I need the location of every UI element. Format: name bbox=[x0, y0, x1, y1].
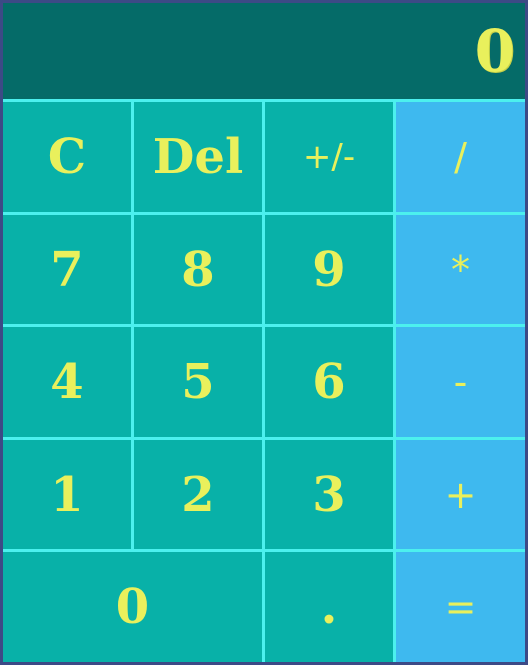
digit-2-button[interactable]: 2 bbox=[134, 440, 262, 549]
digit-1-button[interactable]: 1 bbox=[3, 440, 131, 549]
delete-button[interactable]: Del bbox=[134, 102, 262, 212]
digit-0-button[interactable]: 0 bbox=[3, 552, 262, 662]
digit-3-button[interactable]: 3 bbox=[265, 440, 393, 549]
digit-8-button[interactable]: 8 bbox=[134, 215, 262, 324]
negate-button[interactable]: +/- bbox=[265, 102, 393, 212]
digit-6-button[interactable]: 6 bbox=[265, 327, 393, 437]
display-value: 0 bbox=[474, 17, 515, 85]
clear-button[interactable]: C bbox=[3, 102, 131, 212]
digit-9-button[interactable]: 9 bbox=[265, 215, 393, 324]
multiply-button[interactable]: * bbox=[396, 215, 525, 324]
digit-4-button[interactable]: 4 bbox=[3, 327, 131, 437]
equals-button[interactable]: = bbox=[396, 552, 525, 662]
divide-button[interactable]: / bbox=[396, 102, 525, 212]
digit-5-button[interactable]: 5 bbox=[134, 327, 262, 437]
decimal-button[interactable]: . bbox=[265, 552, 393, 662]
calculator: 0 C Del +/- / 7 8 9 * 4 5 6 - 1 2 3 + 0 … bbox=[0, 0, 528, 665]
add-button[interactable]: + bbox=[396, 440, 525, 549]
keypad: C Del +/- / 7 8 9 * 4 5 6 - 1 2 3 + 0 . … bbox=[3, 99, 525, 662]
digit-7-button[interactable]: 7 bbox=[3, 215, 131, 324]
display-panel: 0 bbox=[3, 3, 525, 99]
subtract-button[interactable]: - bbox=[396, 327, 525, 437]
